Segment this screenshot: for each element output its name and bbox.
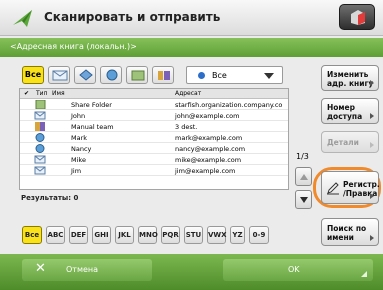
row-name: John xyxy=(71,112,86,120)
scan-send-icon xyxy=(13,10,32,27)
column-name: Имя xyxy=(52,90,65,97)
address-book-title: <Адресная книга (локальн.)> xyxy=(10,42,137,51)
register-edit-label: Регистр. /Правка xyxy=(343,180,380,198)
search-by-name-button[interactable]: Поиск по имени xyxy=(321,218,379,246)
index-stu-button[interactable]: STU xyxy=(184,226,203,244)
home-box-icon xyxy=(351,10,365,25)
index-yz-button[interactable]: YZ xyxy=(230,226,245,244)
row-address: mark@example.com xyxy=(175,134,243,142)
table-row[interactable]: Mark mark@example.com xyxy=(20,132,288,143)
screen: Сканировать и отправить <Адресная книга … xyxy=(0,0,383,290)
chevron-right-icon xyxy=(370,80,374,86)
filter-group-button[interactable] xyxy=(152,66,174,84)
results-count: Результаты: 0 xyxy=(21,194,79,202)
index-pqr-button[interactable]: PQR xyxy=(161,226,180,244)
email-icon xyxy=(34,111,46,120)
row-name: Manual team xyxy=(71,123,114,131)
fax-icon xyxy=(35,144,45,153)
row-address: john@example.com xyxy=(175,112,240,120)
filter-dot-icon xyxy=(198,72,205,79)
filter-ifax-button[interactable] xyxy=(74,66,96,84)
details-button[interactable]: Детали xyxy=(321,131,379,153)
table-row[interactable]: Mike mike@example.com xyxy=(20,154,288,165)
column-address: Адресат xyxy=(175,90,202,97)
cancel-label: Отмена xyxy=(66,265,99,274)
fax-icon xyxy=(35,133,45,142)
index-jkl-button[interactable]: JKL xyxy=(115,226,134,244)
group-icon xyxy=(158,71,170,80)
email-icon xyxy=(34,166,46,175)
ok-button[interactable]: OK xyxy=(223,259,373,281)
ok-label: OK xyxy=(288,265,300,274)
chevron-right-icon xyxy=(370,235,374,241)
row-address: mike@example.com xyxy=(175,156,242,164)
index-digits-button[interactable]: 0-9 xyxy=(249,226,269,244)
share-folder-icon xyxy=(131,70,145,81)
row-address: starfish.organization.company.co xyxy=(175,101,283,109)
filter-dropdown-value: Все xyxy=(212,71,227,80)
row-name: Share Folder xyxy=(71,101,112,109)
access-number-button[interactable]: Номер доступа xyxy=(321,98,379,124)
page-title: Сканировать и отправить xyxy=(44,10,221,24)
row-name: Nancy xyxy=(71,145,92,153)
filter-dropdown[interactable]: Все xyxy=(186,66,283,84)
filter-fax-button[interactable] xyxy=(100,66,122,84)
table-row[interactable]: Jim jim@example.com xyxy=(20,165,288,176)
table-row[interactable]: Nancy nancy@example.com xyxy=(20,143,288,154)
change-address-book-label: Изменить адр. книгу xyxy=(327,70,374,88)
close-icon: ✕ xyxy=(35,261,46,276)
ifax-icon xyxy=(79,69,93,81)
check-icon: ✔ xyxy=(24,90,30,97)
arrow-down-icon xyxy=(300,197,308,203)
index-vwx-button[interactable]: VWX xyxy=(207,226,227,244)
filter-email-button[interactable] xyxy=(48,66,70,84)
row-address: 3 dest. xyxy=(175,123,198,131)
address-table: ✔ Тип Имя Адресат Share Folder starfish.… xyxy=(19,88,289,190)
row-name: Jim xyxy=(71,167,82,175)
column-type: Тип xyxy=(36,90,48,97)
page-indicator: 1/3 xyxy=(296,152,309,161)
email-icon xyxy=(34,155,46,164)
arrow-up-icon xyxy=(300,174,308,180)
row-address: nancy@example.com xyxy=(175,145,246,153)
scroll-up-button[interactable] xyxy=(295,167,312,186)
chevron-right-icon xyxy=(370,113,374,119)
change-address-book-button[interactable]: Изменить адр. книгу xyxy=(321,65,379,91)
filter-folder-button[interactable] xyxy=(126,66,148,84)
register-edit-button[interactable]: Регистр. /Правка xyxy=(321,171,380,204)
search-by-name-label: Поиск по имени xyxy=(327,224,367,242)
access-number-label: Номер доступа xyxy=(327,103,363,121)
index-all-button[interactable]: Все xyxy=(22,226,42,244)
table-row[interactable]: Share Folder starfish.organization.compa… xyxy=(20,99,288,110)
header-bar: Сканировать и отправить xyxy=(0,0,383,36)
edit-pen-icon xyxy=(327,182,339,195)
chevron-down-icon xyxy=(264,73,274,79)
table-row[interactable]: John john@example.com xyxy=(20,110,288,121)
share-folder-icon xyxy=(35,100,46,109)
chevron-right-icon xyxy=(370,142,374,148)
fax-icon xyxy=(106,69,118,81)
index-abc-button[interactable]: ABC xyxy=(46,226,65,244)
row-name: Mike xyxy=(71,156,86,164)
footer-bar: ✕ Отмена OK xyxy=(0,254,383,290)
chevron-right-icon xyxy=(370,193,374,199)
index-mno-button[interactable]: MNO xyxy=(138,226,158,244)
index-def-button[interactable]: DEF xyxy=(69,226,88,244)
cancel-button[interactable]: ✕ Отмена xyxy=(22,259,152,281)
home-button[interactable] xyxy=(339,4,375,30)
email-icon xyxy=(52,70,68,81)
scroll-down-button[interactable] xyxy=(295,190,312,209)
corner-mark-icon xyxy=(361,271,367,277)
table-header: ✔ Тип Имя Адресат xyxy=(20,89,288,99)
address-book-bar: <Адресная книга (локальн.)> xyxy=(0,38,383,57)
row-name: Mark xyxy=(71,134,88,142)
row-address: jim@example.com xyxy=(175,167,236,175)
details-label: Детали xyxy=(327,138,359,147)
table-row[interactable]: Manual team 3 dest. xyxy=(20,121,288,132)
index-ghi-button[interactable]: GHI xyxy=(92,226,111,244)
group-icon xyxy=(35,122,45,131)
filter-all-button[interactable]: Все xyxy=(22,66,44,84)
